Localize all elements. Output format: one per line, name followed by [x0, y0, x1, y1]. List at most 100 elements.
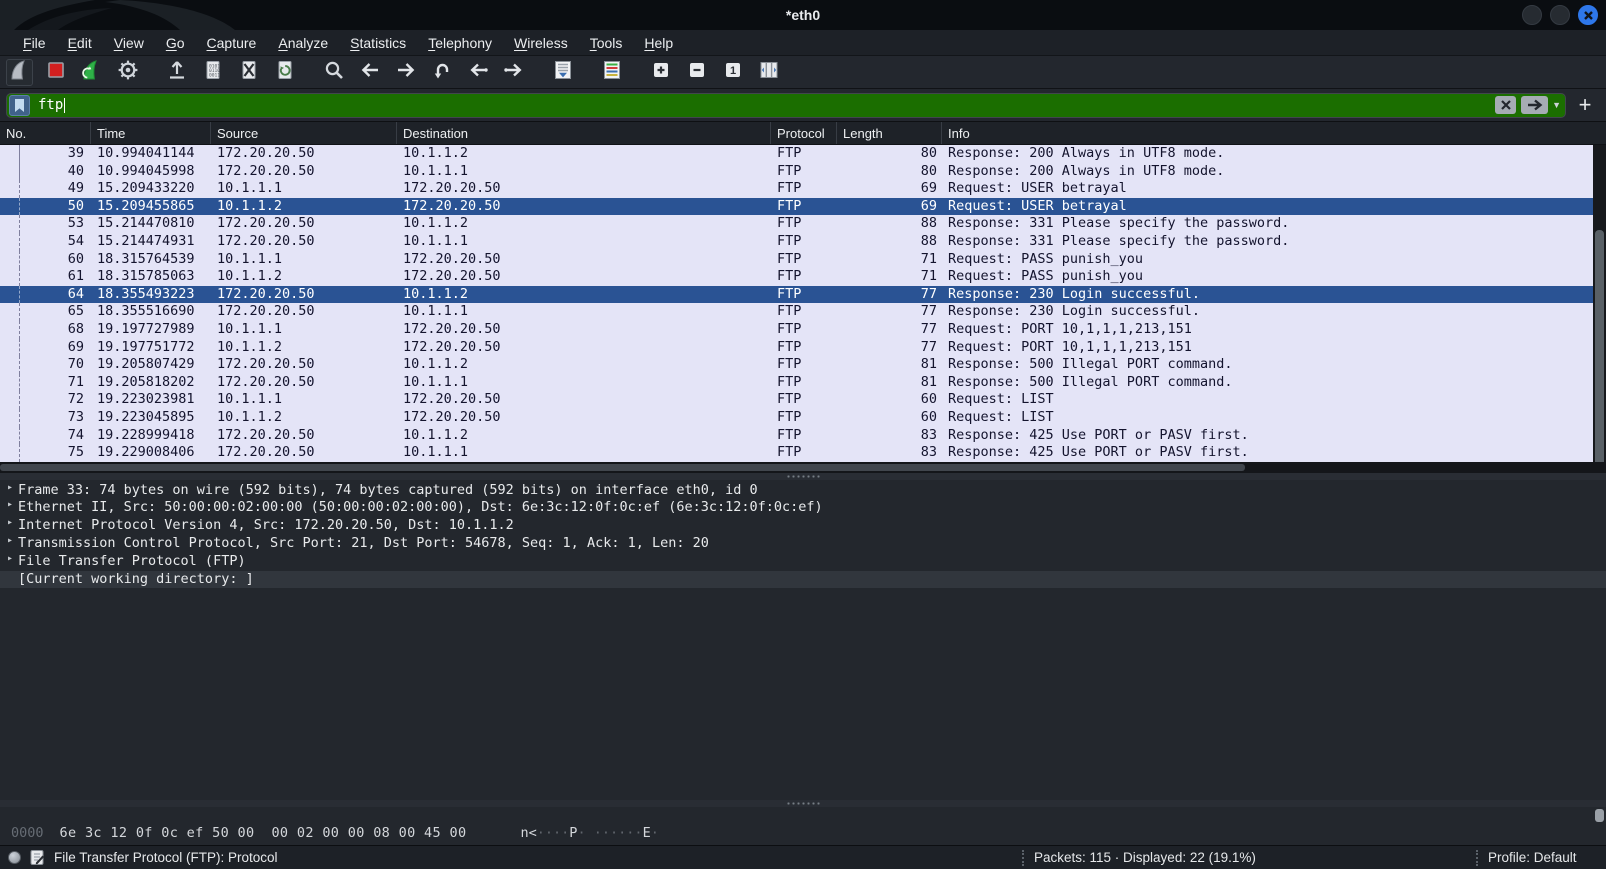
filter-bookmark-button[interactable] — [9, 94, 30, 116]
packet-row-73[interactable]: 73 19.223045895 10.1.1.2 172.20.20.50 FTP 60 R… — [0, 408, 1606, 427]
column-header-time[interactable]: Time — [90, 122, 210, 144]
column-header-info[interactable]: Info — [941, 122, 1606, 144]
packet-cell-len: 88 — [920, 232, 937, 249]
restart-capture-button[interactable] — [78, 59, 105, 86]
stop-capture-button[interactable] — [42, 59, 69, 86]
expand-arrow-icon[interactable]: ▸ — [0, 535, 16, 553]
packet-row-39[interactable]: 39 10.994041144 172.20.20.50 10.1.1.2 FTP 80 R… — [0, 145, 1606, 163]
detail-row-5[interactable]: [Current working directory: ] — [0, 570, 1606, 589]
bytes-pane-scrollbar-thumb[interactable] — [1595, 809, 1604, 822]
packet-counts-text: Packets: 115 · Displayed: 22 (19.1%) — [1034, 850, 1256, 865]
pane-splitter-bottom[interactable] — [0, 800, 1606, 807]
reload-file-button[interactable] — [271, 59, 298, 86]
expand-arrow-icon[interactable]: ▸ — [0, 517, 16, 535]
menu-view[interactable]: View — [103, 33, 155, 53]
capture-comment-icon[interactable] — [29, 849, 46, 866]
auto-scroll-button[interactable] — [549, 59, 576, 86]
go-last-button[interactable] — [500, 59, 527, 86]
expand-arrow-icon[interactable]: ▸ — [0, 482, 16, 500]
close-file-button[interactable] — [235, 59, 262, 86]
packet-cell-len: 77 — [920, 320, 937, 337]
menu-edit[interactable]: Edit — [57, 33, 103, 53]
save-file-button[interactable]: 0101 0110 0011 — [199, 59, 226, 86]
packet-cell-no: 73 — [67, 408, 84, 425]
display-filter-input[interactable]: ftp ▼ — [6, 92, 1566, 118]
packet-cell-info: Request: PASS punish_you — [948, 250, 1144, 267]
packet-row-65[interactable]: 65 18.355516690 172.20.20.50 10.1.1.1 FTP 77 R… — [0, 303, 1606, 321]
main-toolbar: 0101 0110 0011 1 — [0, 56, 1606, 89]
find-packet-button[interactable] — [320, 59, 347, 86]
packet-cell-src: 172.20.20.50 — [217, 285, 315, 302]
packet-cell-len: 77 — [920, 338, 937, 355]
packet-row-75[interactable]: 75 19.229008406 172.20.20.50 10.1.1.1 FTP 83 R… — [0, 444, 1606, 462]
detail-row-0[interactable]: ▸ Frame 33: 74 bytes on wire (592 bits), … — [0, 482, 1606, 500]
packet-row-60[interactable]: 60 18.315764539 10.1.1.1 172.20.20.50 FTP 71 R… — [0, 250, 1606, 269]
minimize-button[interactable] — [1522, 5, 1542, 25]
start-capture-button[interactable] — [6, 58, 33, 86]
menu-wireless[interactable]: Wireless — [503, 33, 579, 53]
colorize-button[interactable] — [598, 59, 625, 86]
menu-tools[interactable]: Tools — [579, 33, 634, 53]
column-header-protocol[interactable]: Protocol — [770, 122, 836, 144]
go-first-button[interactable] — [464, 59, 491, 86]
menu-file[interactable]: File — [12, 33, 57, 53]
packet-row-54[interactable]: 54 15.214474931 172.20.20.50 10.1.1.1 FTP 88 R… — [0, 232, 1606, 251]
pane-splitter-top[interactable] — [0, 472, 1606, 480]
packet-row-71[interactable]: 71 19.205818202 172.20.20.50 10.1.1.1 FTP 81 R… — [0, 373, 1606, 392]
column-header-destination[interactable]: Destination — [396, 122, 770, 144]
column-header-length[interactable]: Length — [836, 122, 941, 144]
add-filter-button-plus-icon[interactable]: + — [1572, 92, 1598, 118]
packet-row-69[interactable]: 69 19.197751772 10.1.1.2 172.20.20.50 FTP 77 R… — [0, 338, 1606, 357]
zoom-out-button[interactable] — [683, 59, 710, 86]
packet-cell-time: 19.223045895 — [97, 408, 195, 425]
column-header-no[interactable]: No. — [0, 122, 90, 144]
detail-row-3[interactable]: ▸ Transmission Control Protocol, Src Port… — [0, 535, 1606, 553]
find-packet-icon — [322, 58, 346, 87]
menu-go[interactable]: Go — [155, 33, 196, 53]
detail-row-1[interactable]: ▸ Ethernet II, Src: 50:00:00:02:00:00 (50… — [0, 499, 1606, 517]
go-forward-button[interactable] — [392, 59, 419, 86]
packet-row-70[interactable]: 70 19.205807429 172.20.20.50 10.1.1.2 FTP 81 R… — [0, 356, 1606, 374]
zoom-in-button[interactable] — [647, 59, 674, 86]
hex-dump-row[interactable]: 0000 6e 3c 12 0f 0c ef 50 00 00 02 00 00… — [0, 825, 659, 843]
packet-row-53[interactable]: 53 15.214470810 172.20.20.50 10.1.1.2 FTP 88 R… — [0, 215, 1606, 233]
detail-row-4[interactable]: ▸ File Transfer Protocol (FTP) — [0, 553, 1606, 571]
go-back-button[interactable] — [356, 59, 383, 86]
packet-row-64[interactable]: 64 18.355493223 172.20.20.50 10.1.1.2 FTP 77 R… — [0, 285, 1606, 304]
menu-telephony[interactable]: Telephony — [417, 33, 503, 53]
packet-row-40[interactable]: 40 10.994045998 172.20.20.50 10.1.1.1 FTP 80 R… — [0, 162, 1606, 181]
packet-list-horizontal-scrollbar[interactable] — [0, 461, 1606, 473]
packet-row-68[interactable]: 68 19.197727989 10.1.1.1 172.20.20.50 FTP 77 R… — [0, 320, 1606, 339]
detail-row-2[interactable]: ▸ Internet Protocol Version 4, Src: 172.2… — [0, 517, 1606, 535]
expand-arrow-icon[interactable]: ▸ — [0, 553, 16, 571]
packet-row-61[interactable]: 61 18.315785063 10.1.1.2 172.20.20.50 FTP 71 R… — [0, 268, 1606, 286]
maximize-button[interactable] — [1550, 5, 1570, 25]
packet-row-72[interactable]: 72 19.223023981 10.1.1.1 172.20.20.50 FTP 60 R… — [0, 391, 1606, 409]
packet-list-vertical-scrollbar[interactable] — [1593, 145, 1606, 470]
packet-cell-proto: FTP — [777, 162, 802, 179]
packet-row-49[interactable]: 49 15.209433220 10.1.1.1 172.20.20.50 FTP 69 R… — [0, 180, 1606, 198]
packet-cell-len: 83 — [920, 444, 937, 461]
normal-size-button[interactable]: 1 — [719, 59, 746, 86]
resize-columns-button[interactable] — [755, 59, 782, 86]
close-button[interactable] — [1578, 5, 1598, 25]
filter-dropdown-button[interactable]: ▼ — [1552, 100, 1561, 110]
expand-arrow-icon[interactable]: ▸ — [0, 499, 16, 517]
profile-selector[interactable]: Profile: Default — [1488, 850, 1606, 865]
filter-apply-button[interactable] — [1521, 96, 1549, 114]
filter-clear-button[interactable] — [1495, 96, 1517, 114]
column-header-source[interactable]: Source — [210, 122, 396, 144]
capture-options-button[interactable] — [114, 59, 141, 86]
horizontal-scrollbar-thumb[interactable] — [0, 463, 1245, 471]
menu-analyze[interactable]: Analyze — [267, 33, 339, 53]
open-file-button[interactable] — [163, 59, 190, 86]
vertical-scrollbar-thumb[interactable] — [1595, 230, 1604, 470]
menu-capture[interactable]: Capture — [196, 33, 268, 53]
go-to-packet-button[interactable] — [428, 59, 455, 86]
menu-help[interactable]: Help — [633, 33, 684, 53]
menu-statistics[interactable]: Statistics — [339, 33, 417, 53]
packet-cell-proto: FTP — [777, 444, 802, 461]
packet-row-50[interactable]: 50 15.209455865 10.1.1.2 172.20.20.50 FTP 69 R… — [0, 197, 1606, 216]
packet-row-74[interactable]: 74 19.228999418 172.20.20.50 10.1.1.2 FTP 83 R… — [0, 426, 1606, 445]
expert-info-icon[interactable] — [8, 851, 21, 864]
